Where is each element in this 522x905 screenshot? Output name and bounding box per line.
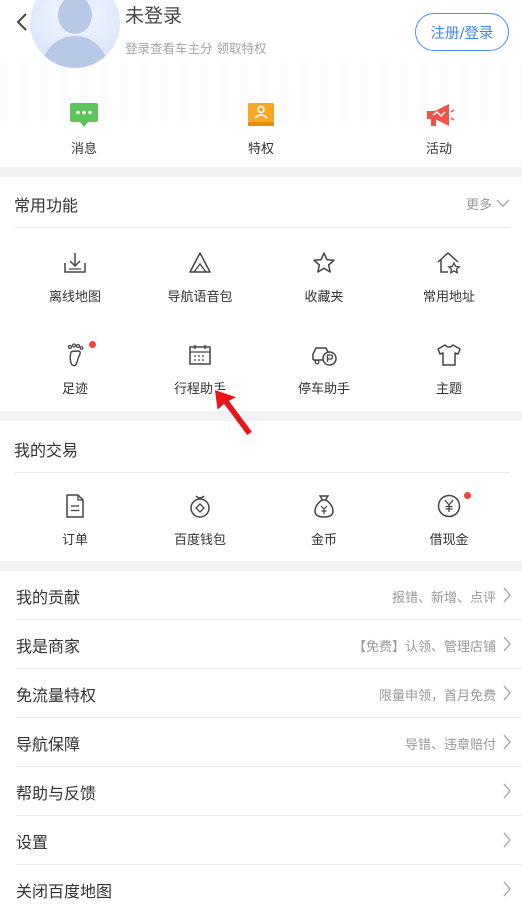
parking-car-icon [309,341,339,369]
quick-action-label: 特权 [247,142,274,157]
quick-action-privilege[interactable]: 特权 [216,103,306,157]
grid-item-label: 主题 [435,382,462,397]
common-functions-title: 常用功能 [14,196,79,215]
list-item-label: 我的贡献 [16,588,81,607]
quick-actions: 消息 特权 活动 [0,103,522,161]
grid-item-label: 借现金 [429,533,469,548]
grid-item-favorites[interactable]: 收藏夹 [269,249,379,305]
grid-item-label: 离线地图 [48,290,101,305]
grid-item-label: 百度钱包 [173,533,226,548]
chevron-right-icon [503,636,511,652]
avatar[interactable] [30,0,120,68]
privilege-icon [247,103,275,127]
yuan-circle-icon [434,492,464,520]
megaphone-icon [425,103,455,127]
voice-pack-icon [185,249,215,277]
grid-item-label: 停车助手 [297,382,350,397]
chevron-left-icon [16,13,27,31]
login-hint[interactable]: 登录查看车主分 领取特权 [125,38,266,57]
grid-item-borrow-cash[interactable]: 借现金 [394,492,504,548]
register-login-button[interactable]: 注册/登录 [415,13,509,51]
list-item-label: 导航保障 [16,735,81,754]
list-item-label: 关闭百度地图 [16,882,113,901]
divider [14,227,510,228]
divider [14,472,510,473]
list-item-label: 免流量特权 [16,686,97,705]
annotation-arrow-icon [213,388,254,437]
grid-item-label: 订单 [61,533,88,548]
quick-action-message[interactable]: 消息 [39,103,129,157]
grid-item-label: 导航语音包 [167,290,233,305]
more-label: 更多 [465,198,492,213]
grid-item-parking-assistant[interactable]: 停车助手 [269,341,379,397]
chevron-right-icon [503,832,511,848]
grid-item-label: 足迹 [61,382,88,397]
grid-item-label: 金币 [310,533,337,548]
grid-item-baidu-wallet[interactable]: 百度钱包 [145,492,255,548]
section-separator [0,411,522,421]
avatar-body-shape [42,36,108,68]
quick-action-label: 活动 [425,142,452,157]
notification-badge [464,492,471,499]
notification-badge [89,341,96,348]
grid-item-frequent-address[interactable]: 常用地址 [394,249,504,305]
list-item-detail: 导错、违章赔付 [404,738,496,753]
grid-item-orders[interactable]: 订单 [20,492,130,548]
section-separator [0,561,522,571]
list-item-close-baidu-map[interactable]: 关闭百度地图 [0,865,522,905]
grid-item-voice-pack[interactable]: 导航语音包 [145,249,255,305]
grid-item-offline-map[interactable]: 离线地图 [20,249,130,305]
list-item-help-feedback[interactable]: 帮助与反馈 [0,767,522,816]
section-separator [0,167,522,177]
chevron-right-icon [503,685,511,701]
chevron-right-icon [503,734,511,750]
quick-action-label: 消息 [70,142,97,157]
list-item-my-contribution[interactable]: 我的贡献 报错、新增、点评 [0,571,522,620]
chevron-right-icon [503,783,511,799]
order-icon [60,492,90,520]
list-item-detail: 限量申领，首月免费 [378,689,496,704]
list-item-navigation-guarantee[interactable]: 导航保障 导错、违章赔付 [0,718,522,767]
coin-bag-icon [309,492,339,520]
grid-item-theme[interactable]: 主题 [394,341,504,397]
grid-item-label: 常用地址 [422,290,475,305]
more-button[interactable]: 更多 [466,194,510,213]
star-icon [309,249,339,277]
message-icon [70,103,98,127]
username[interactable]: 未登录 [125,1,182,28]
my-trade-title: 我的交易 [14,441,79,460]
wallet-icon [185,492,215,520]
grid-item-footprint[interactable]: 足迹 [20,341,130,397]
list-item-detail: 【免费】认领、管理店铺 [352,640,496,655]
chevron-down-icon [496,199,510,207]
profile-header: 未登录 登录查看车主分 领取特权 注册/登录 消息 特权 活动 [0,0,522,165]
shirt-icon [434,341,464,369]
home-star-icon [434,249,464,277]
list-item-free-data-privilege[interactable]: 免流量特权 限量申领，首月免费 [0,669,522,718]
quick-action-activity[interactable]: 活动 [394,103,484,157]
grid-item-label: 收藏夹 [304,290,344,305]
chevron-right-icon [503,881,511,897]
list-item-detail: 报错、新增、点评 [391,591,496,606]
chevron-right-icon [503,587,511,603]
calendar-icon [185,341,215,369]
footprint-icon [60,341,90,369]
list-item-settings[interactable]: 设置 [0,816,522,865]
list-item-label: 帮助与反馈 [16,784,97,803]
list-item-merchant[interactable]: 我是商家 【免费】认领、管理店铺 [0,620,522,669]
list-item-label: 设置 [16,833,49,852]
grid-item-gold-coin[interactable]: 金币 [269,492,379,548]
offline-map-icon [60,249,90,277]
avatar-head-shape [58,0,92,34]
list-item-label: 我是商家 [16,637,81,656]
